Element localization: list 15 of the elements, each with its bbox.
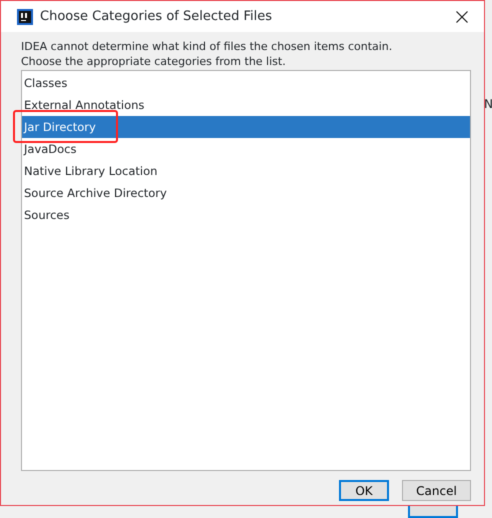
list-item[interactable]: JavaDocs bbox=[22, 138, 470, 160]
list-item[interactable]: Jar Directory bbox=[22, 116, 470, 138]
list-item[interactable]: Source Archive Directory bbox=[22, 182, 470, 204]
list-item[interactable]: Native Library Location bbox=[22, 160, 470, 182]
cancel-button[interactable]: Cancel bbox=[402, 480, 471, 501]
list-item[interactable]: Sources bbox=[22, 204, 470, 226]
window-title: Choose Categories of Selected Files bbox=[40, 8, 272, 26]
field-label: N bbox=[484, 96, 492, 113]
message-text: Choose the appropriate categories from the list. bbox=[21, 54, 287, 69]
close-button[interactable] bbox=[456, 10, 468, 22]
message-text: IDEA cannot determine what kind of files the chosen items contain. bbox=[21, 39, 394, 54]
list-item[interactable]: Classes bbox=[22, 72, 470, 94]
app-icon bbox=[17, 8, 33, 24]
ok-button[interactable]: OK bbox=[339, 480, 389, 501]
list-item[interactable]: External Annotations bbox=[22, 94, 470, 116]
